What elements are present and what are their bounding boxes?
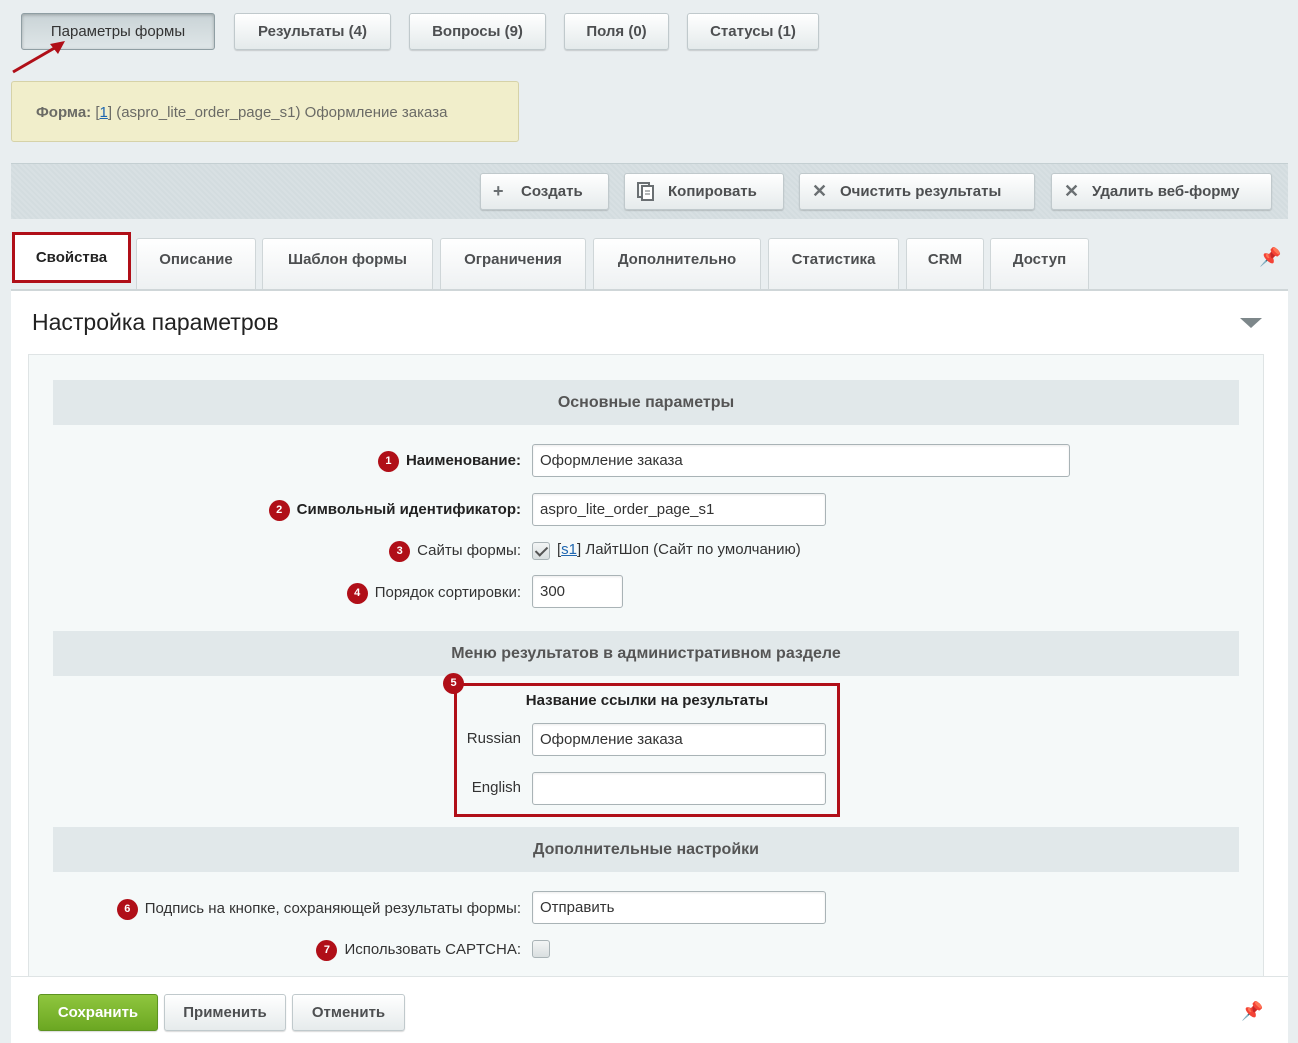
- tab-description[interactable]: Описание: [136, 238, 256, 289]
- close-icon: ✕: [1064, 181, 1080, 201]
- delete-form-label: Удалить веб-форму: [1092, 183, 1240, 200]
- name-label: 1 Наименование:: [377, 451, 521, 472]
- section-menu: Меню результатов в административном разд…: [53, 631, 1239, 676]
- name-input[interactable]: Оформление заказа: [532, 444, 1070, 477]
- clear-results-label: Очистить результаты: [840, 183, 1002, 200]
- sort-input[interactable]: 300: [532, 575, 623, 608]
- captcha-label: 7 Использовать CAPTCHA:: [316, 940, 521, 961]
- apply-button[interactable]: Применить: [164, 994, 286, 1031]
- sid-input[interactable]: aspro_lite_order_page_s1: [532, 493, 826, 526]
- badge-4: 4: [346, 583, 368, 604]
- link-name-title: Название ссылки на результаты: [525, 692, 769, 709]
- copy-icon: [637, 174, 655, 214]
- badge-3: 3: [389, 541, 411, 562]
- clear-results-button[interactable]: ✕ Очистить результаты: [799, 173, 1035, 210]
- tab-crm[interactable]: CRM: [906, 238, 984, 289]
- context-tabs: Параметры формы Результаты (4) Вопросы (…: [0, 0, 1298, 74]
- footer-bar: Сохранить Применить Отменить 📌: [11, 976, 1288, 1043]
- pin-icon[interactable]: 📌: [1241, 1001, 1263, 1022]
- button-caption-label: 6 Подпись на кнопке, сохраняющей результа…: [116, 899, 521, 920]
- badge-5: 5: [443, 673, 464, 694]
- site-link[interactable]: s1: [561, 541, 577, 558]
- form-info-prefix: Форма:: [36, 104, 92, 121]
- close-icon: ✕: [812, 181, 828, 201]
- save-button[interactable]: Сохранить: [38, 994, 158, 1031]
- collapse-arrow-icon[interactable]: [1240, 318, 1262, 328]
- tab-statuses[interactable]: Статусы (1): [687, 13, 819, 50]
- tab-form-template[interactable]: Шаблон формы: [262, 238, 433, 289]
- cancel-button[interactable]: Отменить: [292, 994, 405, 1031]
- site-checkbox[interactable]: [532, 542, 550, 560]
- create-button[interactable]: + Создать: [480, 173, 609, 210]
- tab-access[interactable]: Доступ: [990, 238, 1089, 289]
- badge-1: 1: [377, 451, 399, 472]
- tab-restrictions[interactable]: Ограничения: [440, 238, 586, 289]
- panel-title: Настройка параметров: [32, 309, 279, 335]
- site-text: [s1] ЛайтШоп (Сайт по умолчанию): [557, 541, 801, 558]
- russian-input[interactable]: Оформление заказа: [532, 723, 826, 756]
- tab-questions[interactable]: Вопросы (9): [409, 13, 546, 50]
- sort-label: 4 Порядок сортировки:: [346, 583, 521, 604]
- section-main: Основные параметры: [53, 380, 1239, 425]
- copy-button[interactable]: Копировать: [624, 173, 784, 210]
- english-input[interactable]: [532, 772, 826, 805]
- badge-2: 2: [268, 500, 290, 521]
- captcha-checkbox[interactable]: [532, 940, 550, 958]
- plus-icon: +: [493, 181, 504, 201]
- create-label: Создать: [521, 183, 583, 200]
- form-info-text: (aspro_lite_order_page_s1) Оформление за…: [116, 104, 448, 121]
- form-id-link[interactable]: 1: [100, 104, 108, 121]
- tab-fields[interactable]: Поля (0): [564, 13, 669, 50]
- tab-statistics[interactable]: Статистика: [768, 238, 899, 289]
- tab-additional[interactable]: Дополнительно: [593, 238, 761, 289]
- section-extra: Дополнительные настройки: [53, 827, 1239, 872]
- sid-label: 2 Символьный идентификатор:: [268, 500, 521, 521]
- tab-results[interactable]: Результаты (4): [234, 13, 391, 50]
- english-label: English: [471, 779, 521, 796]
- pin-icon[interactable]: 📌: [1259, 247, 1281, 268]
- russian-label: Russian: [466, 730, 521, 747]
- settings-form: Основные параметры 1 Наименование: Оформл…: [28, 354, 1264, 994]
- settings-panel: Настройка параметров Основные параметры …: [11, 289, 1288, 994]
- tab-properties[interactable]: Свойства: [12, 232, 131, 283]
- form-info-box: Форма: [1] (aspro_lite_order_page_s1) Оф…: [11, 81, 519, 142]
- badge-6: 6: [116, 899, 138, 920]
- toolbar: + Создать Копировать ✕ Очистить результа…: [11, 163, 1288, 219]
- button-caption-input[interactable]: Отправить: [532, 891, 826, 924]
- delete-form-button[interactable]: ✕ Удалить веб-форму: [1051, 173, 1272, 210]
- sites-label: 3 Сайты формы:: [389, 541, 521, 562]
- red-arrow-icon: [12, 41, 65, 74]
- copy-label: Копировать: [668, 183, 757, 200]
- badge-7: 7: [316, 940, 338, 961]
